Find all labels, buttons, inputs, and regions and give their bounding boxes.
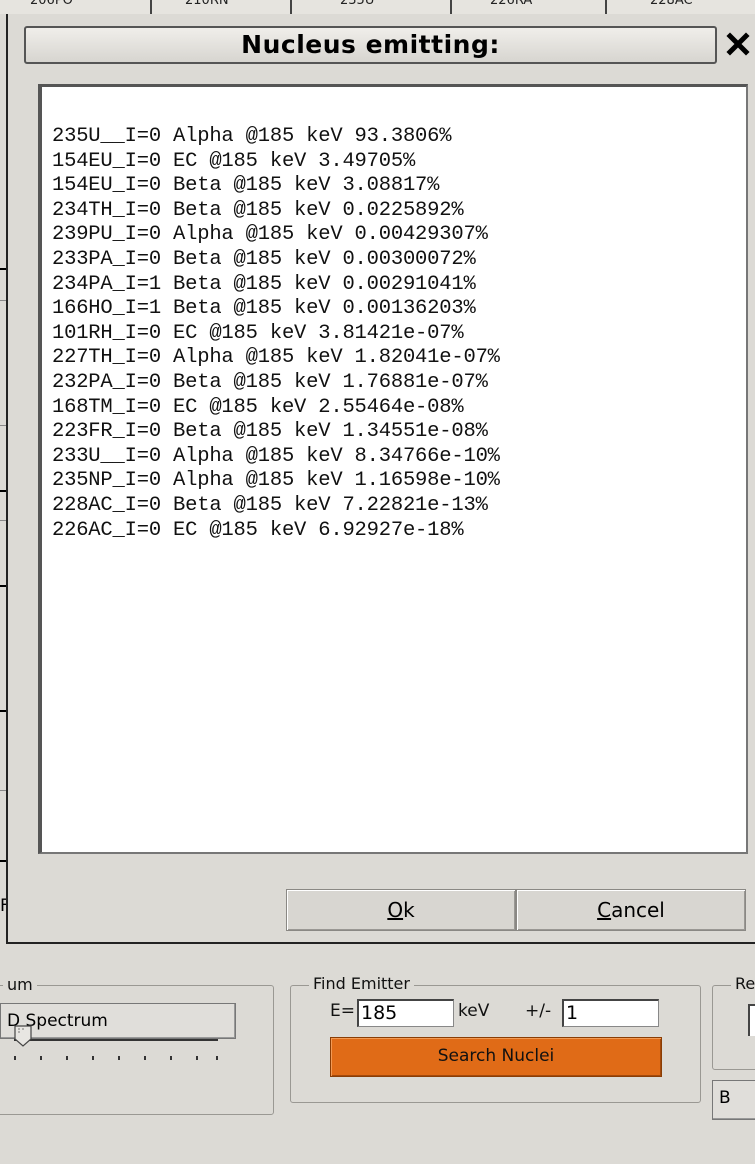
find-emitter-legend: Find Emitter [309, 974, 414, 993]
result-line: 233U__I=0 Alpha @185 keV 8.34766e-10% [52, 444, 500, 468]
slider-track[interactable] [14, 1039, 218, 1041]
slider-tick [14, 1056, 16, 1060]
nucleus-emitting-dialog: Nucleus emitting: 235U__I=0 Alpha @185 k… [6, 14, 755, 944]
column-header: 228AC [650, 0, 693, 8]
column-header: 210RN [185, 0, 229, 8]
close-icon-glyph [726, 32, 750, 56]
slider-tick [118, 1056, 120, 1060]
result-line: 233PA_I=0 Beta @185 keV 0.00300072% [52, 247, 476, 271]
energy-input[interactable]: 185 [357, 999, 454, 1027]
result-line: 154EU_I=0 Beta @185 keV 3.08817% [52, 174, 440, 198]
column-header: 226RA [490, 0, 533, 8]
slider-tick [144, 1056, 146, 1060]
cancel-button[interactable]: Cancel [516, 889, 746, 931]
background-column-headers: 206PO 210RN 235U 226RA 228AC [0, 0, 755, 14]
emitter-results-textarea[interactable]: 235U__I=0 Alpha @185 keV 93.3806% 154EU_… [38, 84, 748, 854]
ok-mnemonic: O [387, 898, 404, 922]
slider-tick [92, 1056, 94, 1060]
ok-label-rest: k [403, 898, 415, 922]
ok-button[interactable]: Ok [286, 889, 516, 931]
result-line: 228AC_I=0 Beta @185 keV 7.22821e-13% [52, 493, 488, 517]
column-separator [290, 0, 292, 14]
result-line: 235NP_I=0 Alpha @185 keV 1.16598e-10% [52, 469, 500, 493]
cancel-mnemonic: C [597, 898, 612, 922]
column-header: 206PO [30, 0, 73, 8]
result-line: 154EU_I=0 EC @185 keV 3.49705% [52, 149, 416, 173]
result-line: 168TM_I=0 EC @185 keV 2.55464e-08% [52, 395, 464, 419]
slider-tick [170, 1056, 172, 1060]
search-nuclei-button[interactable]: Search Nuclei [330, 1037, 662, 1077]
spectrum-button[interactable]: D Spectrum [0, 1003, 236, 1039]
right-group-field[interactable] [748, 1004, 755, 1036]
slider-tick [40, 1056, 42, 1060]
tolerance-input[interactable]: 1 [562, 999, 659, 1027]
result-line: 232PA_I=0 Beta @185 keV 1.76881e-07% [52, 370, 488, 394]
dialog-title: Nucleus emitting: [241, 30, 500, 59]
result-line: 234PA_I=1 Beta @185 keV 0.00291041% [52, 272, 476, 296]
column-separator [450, 0, 452, 14]
column-separator [150, 0, 152, 14]
right-group-button[interactable]: B [712, 1080, 755, 1120]
emitter-results-list: 235U__I=0 Alpha @185 keV 93.3806% 154EU_… [52, 125, 500, 543]
result-line: 166HO_I=1 Beta @185 keV 0.00136203% [52, 297, 476, 321]
slider-tick [66, 1056, 68, 1060]
spectrum-group-legend: um [3, 975, 37, 994]
close-icon[interactable] [720, 26, 755, 62]
column-separator [605, 0, 607, 14]
result-line: 234TH_I=0 Beta @185 keV 0.0225892% [52, 198, 464, 222]
dialog-titlebar[interactable]: Nucleus emitting: [24, 26, 717, 64]
cancel-label-rest: ancel [611, 898, 665, 922]
column-header: 235U [340, 0, 375, 8]
tolerance-label: +/- [525, 1001, 552, 1021]
result-line: 101RH_I=0 EC @185 keV 3.81421e-07% [52, 321, 464, 345]
result-line: 239PU_I=0 Alpha @185 keV 0.00429307% [52, 223, 488, 247]
result-line: 227TH_I=0 Alpha @185 keV 1.82041e-07% [52, 346, 500, 370]
result-line: 235U__I=0 Alpha @185 keV 93.3806% [52, 125, 452, 148]
energy-label: E= [330, 1001, 355, 1021]
right-group-legend: Re [731, 974, 755, 993]
slider-thumb-icon[interactable] [14, 1025, 32, 1047]
result-line: 226AC_I=0 EC @185 keV 6.92927e-18% [52, 518, 464, 542]
energy-unit-label: keV [458, 1001, 490, 1021]
result-line: 223FR_I=0 Beta @185 keV 1.34551e-08% [52, 420, 488, 444]
slider-tick [216, 1056, 218, 1060]
slider-tick [196, 1056, 198, 1060]
